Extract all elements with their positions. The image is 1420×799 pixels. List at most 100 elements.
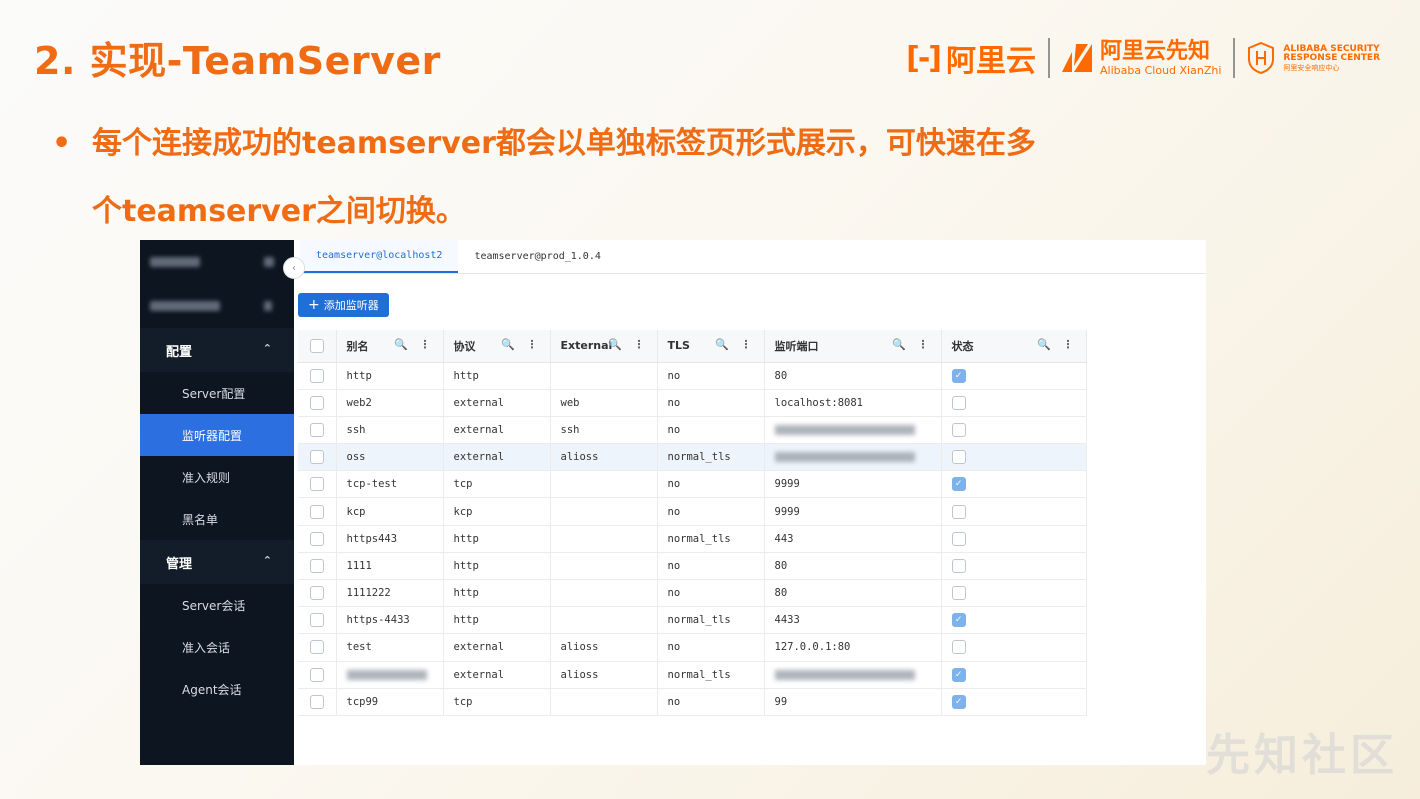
- select-all-cell: [298, 330, 337, 363]
- select-all-checkbox[interactable]: [310, 338, 324, 353]
- status-checkbox[interactable]: [951, 450, 966, 465]
- table-row[interactable]: external alioss normal_tls ✓: [298, 661, 1087, 689]
- redacted-value: [774, 424, 915, 435]
- status-checkbox[interactable]: [951, 531, 966, 546]
- search-icon[interactable]: 🔍 ⋮: [608, 338, 649, 351]
- table-row[interactable]: tcp99 tcp no 99 ✓: [298, 688, 1087, 716]
- redacted-value: [346, 669, 427, 680]
- chevron-up-icon: ⌃: [262, 554, 272, 567]
- table-row[interactable]: https443 http normal_tls 443: [298, 525, 1087, 553]
- table-row[interactable]: 1111 http no 80: [298, 552, 1087, 581]
- cell-status: [941, 497, 1087, 526]
- sidebar-item[interactable]: 监听器配置: [140, 414, 294, 456]
- collapse-sidebar-button[interactable]: ‹: [283, 257, 305, 279]
- table-row[interactable]: 1111222 http no 80: [298, 579, 1087, 608]
- cell-protocol: tcp: [443, 470, 551, 499]
- search-icon[interactable]: 🔍 ⋮: [1037, 338, 1078, 351]
- table-row[interactable]: https-4433 http normal_tls 4433 ✓: [298, 606, 1087, 635]
- table-row[interactable]: http http no 80 ✓: [298, 362, 1087, 390]
- row-select-cell: [298, 688, 337, 716]
- cell-port: 99: [764, 688, 942, 716]
- table-row[interactable]: web2 external web no localhost:8081: [298, 389, 1087, 417]
- status-checkbox[interactable]: [951, 640, 966, 655]
- cell-status: ✓: [941, 470, 1087, 499]
- sidebar-item[interactable]: 准入会话: [140, 626, 294, 668]
- header-tls[interactable]: TLS 🔍 ⋮: [657, 330, 765, 363]
- row-checkbox[interactable]: [310, 422, 324, 437]
- cell-external: [550, 606, 658, 635]
- cell-status: ✓: [941, 688, 1087, 716]
- tab-teamserver-localhost2[interactable]: teamserver@localhost2: [300, 240, 459, 273]
- status-checkbox[interactable]: ✓: [951, 368, 966, 383]
- asrc-line3: 阿里安全响应中心: [1283, 63, 1340, 72]
- row-checkbox[interactable]: [310, 694, 324, 709]
- main-content: teamserver@localhost2 teamserver@prod_1.…: [294, 240, 1206, 765]
- logo-divider: [1233, 38, 1236, 78]
- aliyun-logo-icon: [-]: [906, 40, 942, 76]
- row-checkbox[interactable]: [310, 558, 324, 573]
- cell-alias: kcp: [336, 497, 444, 526]
- tab-teamserver-prod[interactable]: teamserver@prod_1.0.4: [458, 240, 616, 273]
- row-checkbox[interactable]: [310, 613, 324, 628]
- sidebar-group[interactable]: 管理 ⌃: [140, 540, 294, 584]
- table-row[interactable]: test external alioss no 127.0.0.1:80: [298, 633, 1087, 662]
- chevron-up-icon: ⌃: [262, 342, 272, 355]
- cell-status: ✓: [941, 661, 1087, 689]
- row-checkbox[interactable]: [310, 640, 324, 655]
- status-checkbox[interactable]: ✓: [951, 613, 966, 628]
- sidebar-item[interactable]: Agent会话: [140, 668, 294, 710]
- cell-alias: ssh: [336, 416, 444, 445]
- cell-protocol: external: [443, 633, 551, 662]
- cell-protocol: http: [443, 579, 551, 608]
- cell-external: alioss: [550, 443, 658, 472]
- cell-external: web: [550, 389, 658, 417]
- row-checkbox[interactable]: [310, 450, 324, 465]
- table-row[interactable]: tcp-test tcp no 9999 ✓: [298, 470, 1087, 499]
- sidebar-item[interactable]: Server会话: [140, 584, 294, 626]
- header-port[interactable]: 监听端口 🔍 ⋮: [764, 330, 942, 363]
- status-checkbox[interactable]: [951, 558, 966, 573]
- row-checkbox[interactable]: [310, 368, 324, 383]
- status-checkbox[interactable]: [951, 422, 966, 437]
- header-protocol[interactable]: 协议 🔍 ⋮: [443, 330, 551, 363]
- header-alias[interactable]: 别名 🔍 ⋮: [336, 330, 444, 363]
- sidebar-item[interactable]: Server配置: [140, 372, 294, 414]
- row-checkbox[interactable]: [310, 504, 324, 519]
- add-listener-button[interactable]: + 添加监听器: [298, 293, 389, 317]
- cell-port: 127.0.0.1:80: [764, 633, 942, 662]
- cell-protocol: tcp: [443, 688, 551, 716]
- search-icon[interactable]: 🔍 ⋮: [394, 338, 435, 351]
- status-checkbox[interactable]: [951, 504, 966, 519]
- cell-alias: 1111: [336, 552, 444, 581]
- row-checkbox[interactable]: [310, 477, 324, 492]
- sidebar-item[interactable]: 黑名单: [140, 498, 294, 540]
- search-icon[interactable]: 🔍 ⋮: [715, 338, 756, 351]
- search-icon[interactable]: 🔍 ⋮: [892, 338, 933, 351]
- header-status[interactable]: 状态 🔍 ⋮: [941, 330, 1087, 363]
- row-checkbox[interactable]: [310, 395, 324, 410]
- cell-port: localhost:8081: [764, 389, 942, 417]
- sidebar-group-label: 管理: [166, 556, 193, 572]
- cell-tls: no: [657, 362, 765, 390]
- row-checkbox[interactable]: [310, 531, 324, 546]
- header-external[interactable]: External 🔍 ⋮: [550, 330, 658, 363]
- sidebar-group[interactable]: 配置 ⌃: [140, 328, 294, 372]
- cell-protocol: http: [443, 525, 551, 553]
- table-row[interactable]: kcp kcp no 9999: [298, 497, 1087, 526]
- table-row[interactable]: ssh external ssh no: [298, 416, 1087, 445]
- status-checkbox[interactable]: ✓: [951, 694, 966, 709]
- status-checkbox[interactable]: [951, 586, 966, 601]
- sidebar-item[interactable]: 准入规则: [140, 456, 294, 498]
- status-checkbox[interactable]: ✓: [951, 667, 966, 682]
- row-checkbox[interactable]: [310, 586, 324, 601]
- cell-port: 80: [764, 552, 942, 581]
- cell-status: [941, 443, 1087, 472]
- cell-protocol: http: [443, 552, 551, 581]
- status-checkbox[interactable]: ✓: [951, 477, 966, 492]
- cell-alias: https-4433: [336, 606, 444, 635]
- status-checkbox[interactable]: [951, 395, 966, 410]
- row-select-cell: [298, 443, 337, 472]
- row-checkbox[interactable]: [310, 667, 324, 682]
- table-row[interactable]: oss external alioss normal_tls: [298, 443, 1087, 472]
- search-icon[interactable]: 🔍 ⋮: [501, 338, 542, 351]
